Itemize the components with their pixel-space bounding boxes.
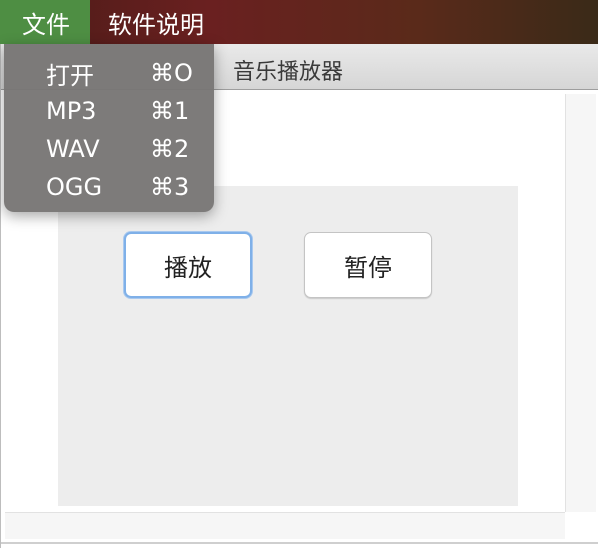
menu-item-ogg[interactable]: OGG ⌘3	[4, 168, 214, 206]
menu-item-label: MP3	[46, 97, 97, 125]
window-bottom-border	[1, 542, 598, 544]
menu-item-shortcut: ⌘2	[150, 135, 190, 163]
screen: 文件 软件说明 音乐播放器 播放 暂停 打开 ⌘O MP3 ⌘1 WAV ⌘2	[0, 0, 598, 548]
menu-item-shortcut: ⌘O	[150, 59, 193, 87]
menu-item-shortcut: ⌘1	[150, 97, 190, 125]
menu-item-wav[interactable]: WAV ⌘2	[4, 130, 214, 168]
menu-item-shortcut: ⌘3	[150, 173, 190, 201]
menu-help[interactable]: 软件说明	[90, 0, 222, 44]
menu-file[interactable]: 文件	[0, 0, 90, 44]
window-title: 音乐播放器	[233, 60, 344, 85]
pause-button[interactable]: 暂停	[304, 232, 432, 298]
menubar: 文件 软件说明	[0, 0, 598, 44]
menu-item-open[interactable]: 打开 ⌘O	[4, 54, 214, 92]
file-dropdown-menu: 打开 ⌘O MP3 ⌘1 WAV ⌘2 OGG ⌘3	[4, 44, 214, 212]
menu-item-label: OGG	[46, 173, 103, 201]
menu-item-label: WAV	[46, 135, 100, 163]
menu-item-mp3[interactable]: MP3 ⌘1	[4, 92, 214, 130]
menu-item-label: 打开	[46, 61, 94, 90]
vertical-scrollbar[interactable]	[565, 94, 596, 512]
play-button[interactable]: 播放	[124, 232, 252, 298]
horizontal-scrollbar[interactable]	[5, 512, 565, 539]
